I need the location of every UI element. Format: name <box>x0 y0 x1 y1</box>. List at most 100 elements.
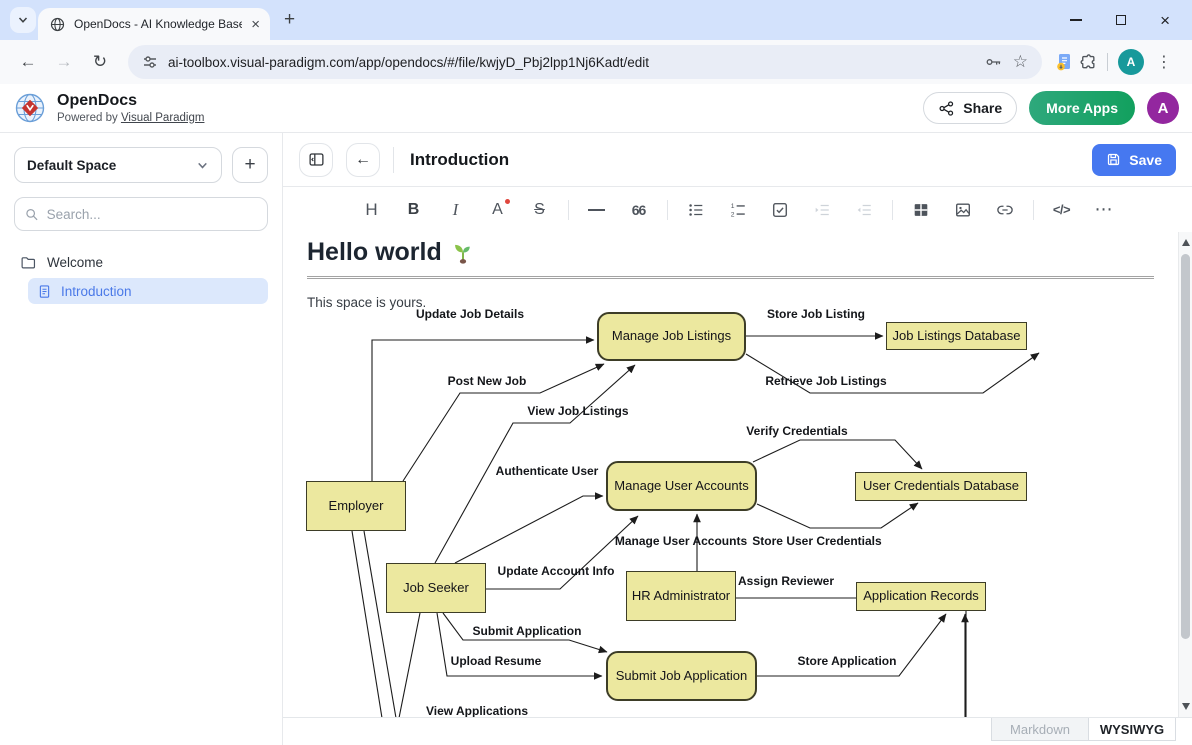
more-apps-button[interactable]: More Apps <box>1029 91 1135 125</box>
flow-label: Update Account Info <box>498 564 615 578</box>
space-selector-label: Default Space <box>27 158 116 173</box>
flow-label: Store User Credentials <box>752 534 881 548</box>
browser-titlebar: OpenDocs - AI Knowledge Base × + × <box>0 0 1192 40</box>
back-nav-button[interactable]: ← <box>12 46 44 78</box>
extensions-puzzle-icon[interactable] <box>1078 53 1097 72</box>
tab-markdown-mode[interactable]: Markdown <box>991 718 1088 741</box>
browser-profile-avatar[interactable]: A <box>1118 49 1144 75</box>
close-button[interactable]: × <box>1160 12 1170 29</box>
scrollbar-thumb[interactable] <box>1181 254 1190 639</box>
ordered-list-tool[interactable]: 12 <box>724 196 752 224</box>
table-tool[interactable] <box>907 196 935 224</box>
docs-extension-icon[interactable] <box>1054 52 1074 72</box>
add-space-button[interactable]: + <box>232 147 268 183</box>
flow-label: Store Application <box>798 654 897 668</box>
more-tools[interactable]: ⋯ <box>1090 196 1118 224</box>
header-actions: Share More Apps A <box>923 91 1179 125</box>
new-tab-button[interactable]: + <box>284 9 295 31</box>
diagram-node-datastore: Application Records <box>856 582 986 611</box>
scroll-up-arrow[interactable] <box>1182 239 1190 246</box>
password-key-icon[interactable] <box>985 54 1003 70</box>
hr-icon <box>588 209 605 211</box>
browser-toolbar: ← → ↻ ai-toolbox.visual-paradigm.com/app… <box>0 40 1192 84</box>
flow-label: Upload Resume <box>451 654 542 668</box>
indent-tool[interactable] <box>808 196 836 224</box>
search-icon <box>25 207 39 222</box>
visual-paradigm-link[interactable]: Visual Paradigm <box>121 112 205 124</box>
doc-content[interactable]: Hello world This space is yours. <box>283 232 1192 745</box>
task-list-tool[interactable] <box>766 196 794 224</box>
toolbar-divider <box>892 200 893 220</box>
browser-tab[interactable]: OpenDocs - AI Knowledge Base × <box>38 8 270 40</box>
checkbox-icon <box>771 201 789 219</box>
flow-label: Store Job Listing <box>767 307 865 321</box>
outdent-tool[interactable] <box>850 196 878 224</box>
url-text[interactable]: ai-toolbox.visual-paradigm.com/app/opend… <box>168 55 975 70</box>
flow-label: View Applications <box>426 704 528 718</box>
chevron-down-icon <box>196 159 209 172</box>
scroll-down-arrow[interactable] <box>1182 703 1190 710</box>
sidebar-search[interactable] <box>14 197 268 231</box>
forward-nav-button[interactable]: → <box>48 46 80 78</box>
app-header: OpenDocs Powered by Visual Paradigm Shar… <box>0 84 1192 133</box>
toolbar-divider <box>568 200 569 220</box>
editor-pane: ← Introduction Save H B I A S 66 <box>283 133 1192 745</box>
page-label: Introduction <box>61 284 132 299</box>
blockquote-tool[interactable]: 66 <box>625 196 653 224</box>
tree-folder-welcome[interactable]: Welcome <box>14 249 268 275</box>
flow-label: Post New Job <box>448 374 527 388</box>
back-button[interactable]: ← <box>346 143 380 177</box>
tab-close-icon[interactable]: × <box>251 17 260 32</box>
page-tree: Welcome Introduction <box>14 249 268 304</box>
diagram-node-process: Manage Job Listings <box>597 312 746 361</box>
maximize-button[interactable] <box>1116 15 1126 25</box>
horizontal-rule-tool[interactable] <box>583 196 611 224</box>
save-floppy-icon <box>1106 152 1121 167</box>
toggle-sidebar-button[interactable] <box>299 143 333 177</box>
svg-text:2: 2 <box>730 211 734 218</box>
opendocs-logo <box>13 91 47 125</box>
dataflow-diagram[interactable]: Manage Job Listings Job Listings Databas… <box>283 232 1178 718</box>
flow-label: Assign Reviewer <box>738 574 834 588</box>
editor-mode-bar: Markdown WYSIWYG <box>283 717 1192 745</box>
svg-text:1: 1 <box>730 203 734 210</box>
app-name: OpenDocs <box>57 91 204 111</box>
tab-wysiwyg-mode[interactable]: WYSIWYG <box>1088 718 1176 741</box>
bullet-list-tool[interactable] <box>682 196 710 224</box>
toolbar-divider <box>1033 200 1034 220</box>
reload-button[interactable]: ↻ <box>84 46 116 78</box>
space-selector[interactable]: Default Space <box>14 147 222 183</box>
vertical-scrollbar[interactable] <box>1178 232 1192 717</box>
image-tool[interactable] <box>949 196 977 224</box>
table-icon <box>912 201 930 219</box>
code-tool[interactable]: </> <box>1048 196 1076 224</box>
strikethrough-tool[interactable]: S <box>526 196 554 224</box>
share-button[interactable]: Share <box>923 92 1017 124</box>
tab-search-button[interactable] <box>10 7 36 33</box>
italic-tool[interactable]: I <box>442 196 470 224</box>
save-button[interactable]: Save <box>1092 144 1176 176</box>
formatting-toolbar: H B I A S 66 12 <box>283 187 1192 232</box>
globe-favicon <box>50 17 65 32</box>
user-avatar[interactable]: A <box>1147 92 1179 124</box>
browser-menu-icon[interactable]: ⋮ <box>1148 52 1180 72</box>
window-controls: × <box>1070 12 1192 29</box>
powered-by: Powered by Visual Paradigm <box>57 111 204 125</box>
address-bar[interactable]: ai-toolbox.visual-paradigm.com/app/opend… <box>128 45 1042 79</box>
bookmark-star-icon[interactable]: ☆ <box>1013 52 1028 72</box>
minimize-button[interactable] <box>1070 19 1082 20</box>
search-input[interactable] <box>47 207 257 222</box>
panel-icon <box>308 151 325 168</box>
tab-title: OpenDocs - AI Knowledge Base <box>74 17 242 31</box>
app-title-block: OpenDocs Powered by Visual Paradigm <box>57 91 204 125</box>
bold-tool[interactable]: B <box>400 196 428 224</box>
doc-header-divider <box>393 147 394 173</box>
link-tool[interactable] <box>991 196 1019 224</box>
heading-tool[interactable]: H <box>358 196 386 224</box>
diagram-node-datastore: Job Listings Database <box>886 322 1027 350</box>
bullet-list-icon <box>687 201 705 219</box>
diagram-node-datastore: User Credentials Database <box>855 472 1027 501</box>
site-settings-icon[interactable] <box>142 54 158 70</box>
tree-page-introduction[interactable]: Introduction <box>28 278 268 304</box>
font-color-tool[interactable]: A <box>484 196 512 224</box>
